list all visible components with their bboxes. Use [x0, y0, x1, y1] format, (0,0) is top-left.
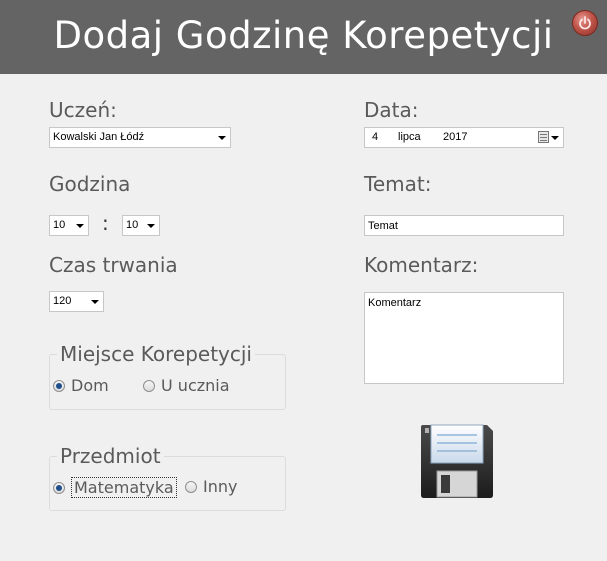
chevron-down-icon [147, 224, 155, 228]
minute-select-value: 10 [126, 219, 139, 231]
date-picker[interactable]: 4 lipca 2017 [364, 127, 564, 148]
date-year: 2017 [443, 131, 468, 143]
radio-checked-icon [53, 481, 65, 494]
radio-checked-icon [53, 379, 65, 392]
place-group-title: Miejsce Korepetycji [57, 342, 255, 366]
date-day: 4 [372, 131, 379, 143]
duration-label: Czas trwania [49, 253, 178, 277]
date-month: lipca [398, 131, 421, 143]
subject-option-label: Inny [203, 477, 238, 496]
duration-select[interactable]: 120 [49, 291, 104, 312]
subject-group-title: Przedmiot [57, 444, 164, 468]
chevron-down-icon [91, 300, 99, 304]
place-option-dom[interactable]: Dom [53, 376, 109, 395]
student-select-value: Kowalski Jan Łódź [53, 131, 145, 143]
calendar-icon [538, 131, 549, 143]
place-option-u-ucznia[interactable]: U ucznia [143, 376, 230, 395]
hour-select-value: 10 [53, 219, 66, 231]
place-option-label: Dom [71, 376, 109, 395]
student-select[interactable]: Kowalski Jan Łódź [49, 127, 231, 148]
radio-unchecked-icon [143, 379, 155, 392]
hour-select[interactable]: 10 [49, 215, 89, 236]
power-button[interactable] [572, 10, 598, 36]
floppy-disk-icon [421, 424, 493, 498]
time-label: Godzina [49, 172, 131, 196]
student-label: Uczeń: [49, 98, 117, 122]
duration-select-value: 120 [53, 295, 72, 307]
topic-label: Temat: [364, 172, 432, 196]
subject-option-matematyka[interactable]: Matematyka [53, 477, 177, 498]
topic-input-value: Temat [368, 220, 398, 232]
comment-textarea-value: Komentarz [368, 297, 422, 309]
date-label: Data: [364, 98, 419, 122]
time-separator: : [102, 211, 109, 235]
subject-option-inny[interactable]: Inny [185, 477, 237, 496]
comment-textarea[interactable]: Komentarz [364, 292, 564, 384]
subject-option-label: Matematyka [71, 477, 177, 498]
comment-label: Komentarz: [364, 253, 479, 277]
chevron-down-icon [76, 224, 84, 228]
page-title: Dodaj Godzinę Korepetycji [53, 14, 554, 57]
radio-unchecked-icon [185, 480, 197, 493]
minute-select[interactable]: 10 [122, 215, 160, 236]
save-button[interactable] [419, 423, 495, 499]
place-option-label: U ucznia [161, 376, 230, 395]
chevron-down-icon [551, 136, 559, 140]
topic-input[interactable]: Temat [364, 215, 564, 236]
power-icon [579, 16, 591, 30]
header-bar: Dodaj Godzinę Korepetycji [0, 0, 607, 74]
chevron-down-icon [218, 136, 226, 140]
